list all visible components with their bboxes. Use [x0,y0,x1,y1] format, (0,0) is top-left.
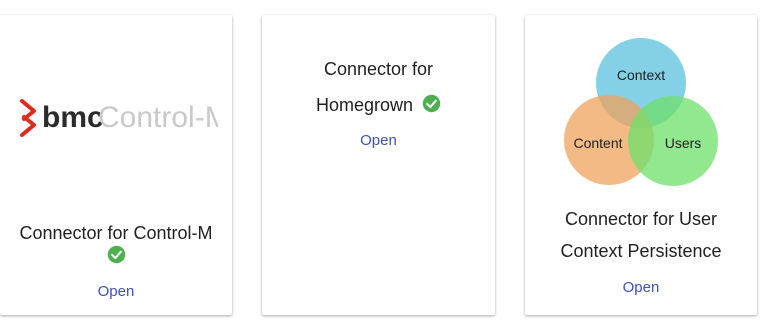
logo-product-text: Control-M [98,101,218,134]
card-title-line2-row: Homegrown [262,89,495,121]
bmc-chevron-icon [20,99,36,137]
connector-card-homegrown: Connector for Homegrown Open [262,15,495,315]
check-circle-icon [107,245,125,263]
bmc-control-m-logo: bmc Control-M [20,99,218,137]
connector-card-control-m: bmc Control-M Connector for Control-M Op… [0,15,232,315]
open-link[interactable]: Open [525,279,757,296]
venn-label-context: Context [617,67,665,83]
card-title-line2: Context Persistence [560,241,722,261]
logo-brand-text: bmc [42,101,104,134]
venn-diagram-image: Context Content Users [564,38,718,186]
card-title-line1: Connector for User [564,209,718,229]
card-title-line2: Homegrown [315,95,414,115]
venn-label-users: Users [665,135,702,151]
venn-label-content: Content [573,135,622,151]
connectors-grid: bmc Control-M Connector for Control-M Op… [0,0,777,336]
open-link[interactable]: Open [262,132,495,149]
connector-card-user-context: Context Content Users Connector for User… [525,15,757,315]
status-check-row [0,237,232,269]
open-link[interactable]: Open [0,283,232,300]
card-title-line1: Connector for [323,59,434,79]
check-circle-icon [422,94,441,112]
